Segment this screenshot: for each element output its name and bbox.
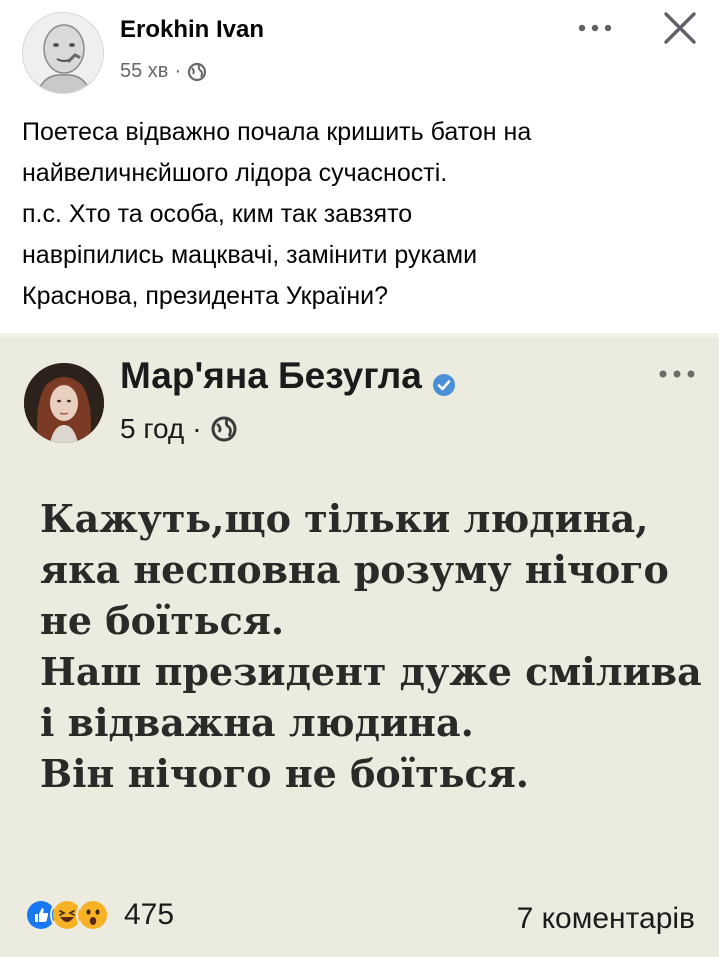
post-text-line: Поетеса відважно почала кришить батон на [22,118,532,146]
post-meta: 55 хв · [120,60,207,83]
post-time[interactable]: 55 хв [120,60,168,83]
post-text-line: навріпились мацквачі, замінити руками [22,241,478,269]
reactions-footer: 475 7 коментарів [0,890,719,950]
post-header: Erokhin Ivan 55 хв · [0,0,719,110]
shared-meta: 5 год · [120,413,238,445]
post-more-button[interactable] [570,8,620,48]
shared-author-name-text: Мар'яна Безугла [120,355,422,396]
shared-quote: Кажуть,що тільки людина, яка несповна ро… [40,493,710,799]
post-text-line: найвеличнєйшого лідора сучасності. [22,159,448,187]
reactions-summary: 475 [24,898,174,932]
post-text-line: п.с. Хто та особа, ким так завзято [22,200,413,228]
meta-separator: · [174,60,182,82]
globe-icon [210,415,238,443]
quote-line: і відважна людина. [40,700,474,745]
quote-line: Кажуть,що тільки людина, [40,496,649,541]
quote-line: Наш президент дуже смілива [40,649,702,694]
shared-author-avatar [24,363,104,443]
shared-more-dots-icon [652,361,702,387]
shared-author-name: Мар'яна Безугла [120,355,456,397]
quote-line: Він нічого не боїться. [40,751,529,796]
quote-line: не боїться. [40,598,285,643]
post-text-line: Краснова, президента України? [22,282,389,310]
post-text: Поетеса відважно почала кришить батон на… [22,112,702,317]
shared-time: 5 год [120,413,185,444]
author-name[interactable]: Erokhin Ivan [120,16,264,44]
image-top-edge [0,333,719,337]
close-button[interactable] [655,6,705,50]
shared-meta-separator: · [192,413,202,444]
globe-icon [187,62,207,82]
verified-badge-icon [432,364,456,396]
shared-post-image[interactable]: Мар'яна Безугла 5 год · Кажуть,що тільки… [0,333,719,957]
author-avatar[interactable] [22,12,104,94]
reaction-count: 475 [124,898,175,931]
quote-line: яка несповна розуму нічого [40,547,669,592]
comments-count: 7 коментарів [516,902,695,935]
wow-icon [76,898,110,932]
close-icon [664,12,696,44]
more-dots-icon [578,24,612,32]
